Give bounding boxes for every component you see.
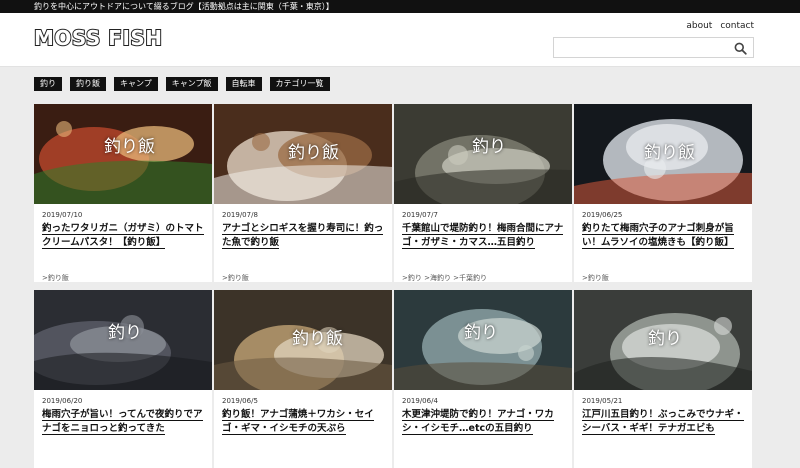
post-card[interactable]: 釣り飯 2019/07/8 アナゴとシロギスを握り寿司に！釣った魚で釣り飯 >釣… (214, 104, 392, 282)
post-card[interactable]: 釣り飯 2019/07/10 釣ったワタリガニ（ガザミ）のトマトクリームパスタ！… (34, 104, 212, 282)
search-box (553, 37, 754, 60)
post-card[interactable]: 釣り 2019/06/20 梅雨穴子が旨い！ってんで夜釣りでアナゴをニョロっと釣… (34, 290, 212, 468)
post-title[interactable]: 釣り飯！アナゴ蒲焼＋ワカシ・セイゴ・ギマ・イシモチの天ぷら (222, 408, 386, 450)
post-date: 2019/07/7 (402, 211, 438, 219)
tagline-bar: 釣りを中心にアウトドアについて綴るブログ【活動拠点は主に関東（千葉・東京）】 (0, 0, 800, 13)
contact-link[interactable]: contact (720, 21, 754, 31)
thumbnail-overlay-text: 釣り飯 (288, 143, 339, 163)
post-date: 2019/07/8 (222, 211, 258, 219)
post-title-text[interactable]: 江戸川五目釣り！ぶっこみでウナギ・シーバス・ギギ！テナガエビも (582, 409, 744, 435)
category-campmeshi[interactable]: キャンプ飯 (165, 77, 218, 91)
post-card[interactable]: 釣り 2019/06/4 木更津沖堤防で釣り！アナゴ・ワカシ・イシモチ…etcの… (394, 290, 572, 468)
post-date: 2019/06/20 (42, 397, 83, 405)
tagline-text: 釣りを中心にアウトドアについて綴るブログ【活動拠点は主に関東（千葉・東京）】 (34, 2, 334, 11)
post-title[interactable]: アナゴとシロギスを握り寿司に！釣った魚で釣り飯 (222, 222, 386, 264)
thumbnail-overlay-text: 釣り飯 (292, 329, 343, 349)
post-grid: 釣り飯 2019/07/10 釣ったワタリガニ（ガザミ）のトマトクリームパスタ！… (34, 104, 752, 468)
post-title[interactable]: 釣りたて梅雨穴子のアナゴ刺身が旨い！ムラソイの塩焼きも【釣り飯】 (582, 222, 746, 264)
post-title-text[interactable]: 釣ったワタリガニ（ガザミ）のトマトクリームパスタ！【釣り飯】 (42, 223, 204, 249)
search-input[interactable] (554, 40, 729, 60)
post-thumbnail[interactable]: 釣り飯 (34, 104, 212, 204)
post-title[interactable]: 釣ったワタリガニ（ガザミ）のトマトクリームパスタ！【釣り飯】 (42, 222, 206, 264)
post-title-text[interactable]: アナゴとシロギスを握り寿司に！釣った魚で釣り飯 (222, 223, 384, 249)
post-title[interactable]: 木更津沖堤防で釣り！アナゴ・ワカシ・イシモチ…etcの五目釣り (402, 408, 566, 450)
category-list[interactable]: カテゴリ一覧 (269, 77, 330, 91)
post-title-text[interactable]: 梅雨穴子が旨い！ってんで夜釣りでアナゴをニョロっと釣ってきた (42, 409, 203, 435)
post-thumbnail[interactable]: 釣り飯 (574, 104, 752, 204)
post-thumbnail[interactable]: 釣り (394, 290, 572, 390)
post-date: 2019/06/4 (402, 397, 438, 405)
post-title[interactable]: 江戸川五目釣り！ぶっこみでウナギ・シーバス・ギギ！テナガエビも (582, 408, 746, 450)
about-link[interactable]: about (686, 21, 712, 31)
post-date: 2019/06/5 (222, 397, 258, 405)
post-date: 2019/07/10 (42, 211, 83, 219)
post-card[interactable]: 釣り 2019/05/21 江戸川五目釣り！ぶっこみでウナギ・シーバス・ギギ！テ… (574, 290, 752, 468)
post-card[interactable]: 釣り飯 2019/06/5 釣り飯！アナゴ蒲焼＋ワカシ・セイゴ・ギマ・イシモチの… (214, 290, 392, 468)
thumbnail-overlay-text: 釣り (648, 329, 682, 349)
post-title-text[interactable]: 釣り飯！アナゴ蒲焼＋ワカシ・セイゴ・ギマ・イシモチの天ぷら (222, 409, 374, 435)
post-thumbnail[interactable]: 釣り (574, 290, 752, 390)
category-tsuri[interactable]: 釣り (34, 77, 62, 91)
post-thumbnail[interactable]: 釣り飯 (214, 290, 392, 390)
thumbnail-overlay-text: 釣り飯 (104, 137, 155, 157)
search-icon[interactable] (734, 42, 747, 55)
post-tags[interactable]: >釣り飯 (582, 273, 752, 282)
post-title-text[interactable]: 木更津沖堤防で釣り！アナゴ・ワカシ・イシモチ…etcの五目釣り (402, 409, 554, 435)
post-title[interactable]: 梅雨穴子が旨い！ってんで夜釣りでアナゴをニョロっと釣ってきた (42, 408, 206, 450)
category-bicycle[interactable]: 自転車 (225, 77, 262, 91)
post-tags[interactable]: >釣り >海釣り >千葉釣り (402, 273, 572, 282)
category-tsurimeshi[interactable]: 釣り飯 (70, 77, 106, 91)
post-date: 2019/05/21 (582, 397, 623, 405)
category-camp[interactable]: キャンプ (114, 77, 158, 91)
top-links: about contact (686, 21, 754, 31)
post-tags[interactable]: >釣り飯 (42, 273, 212, 282)
thumbnail-overlay-text: 釣り飯 (644, 143, 695, 163)
thumbnail-overlay-text: 釣り (472, 137, 506, 157)
thumbnail-overlay-text: 釣り (108, 323, 142, 343)
post-card[interactable]: 釣り 2019/07/7 千葉館山で堤防釣り！梅雨合間にアナゴ・ガザミ・カマス…… (394, 104, 572, 282)
site-logo[interactable]: MOSS FISH (33, 25, 163, 51)
site-header: MOSS FISH about contact (0, 13, 800, 67)
post-thumbnail[interactable]: 釣り (394, 104, 572, 204)
thumbnail-overlay-text: 釣り (464, 323, 498, 343)
post-title-text[interactable]: 釣りたて梅雨穴子のアナゴ刺身が旨い！ムラソイの塩焼きも【釣り飯】 (582, 223, 734, 249)
post-thumbnail[interactable]: 釣り飯 (214, 104, 392, 204)
post-title-text[interactable]: 千葉館山で堤防釣り！梅雨合間にアナゴ・ガザミ・カマス…五目釣り (402, 223, 564, 249)
category-nav: 釣り 釣り飯 キャンプ キャンプ飯 自転車 カテゴリ一覧 (34, 77, 330, 91)
post-date: 2019/06/25 (582, 211, 623, 219)
post-title[interactable]: 千葉館山で堤防釣り！梅雨合間にアナゴ・ガザミ・カマス…五目釣り (402, 222, 566, 264)
post-tags[interactable]: >釣り飯 (222, 273, 392, 282)
post-thumbnail[interactable]: 釣り (34, 290, 212, 390)
post-card[interactable]: 釣り飯 2019/06/25 釣りたて梅雨穴子のアナゴ刺身が旨い！ムラソイの塩焼… (574, 104, 752, 282)
